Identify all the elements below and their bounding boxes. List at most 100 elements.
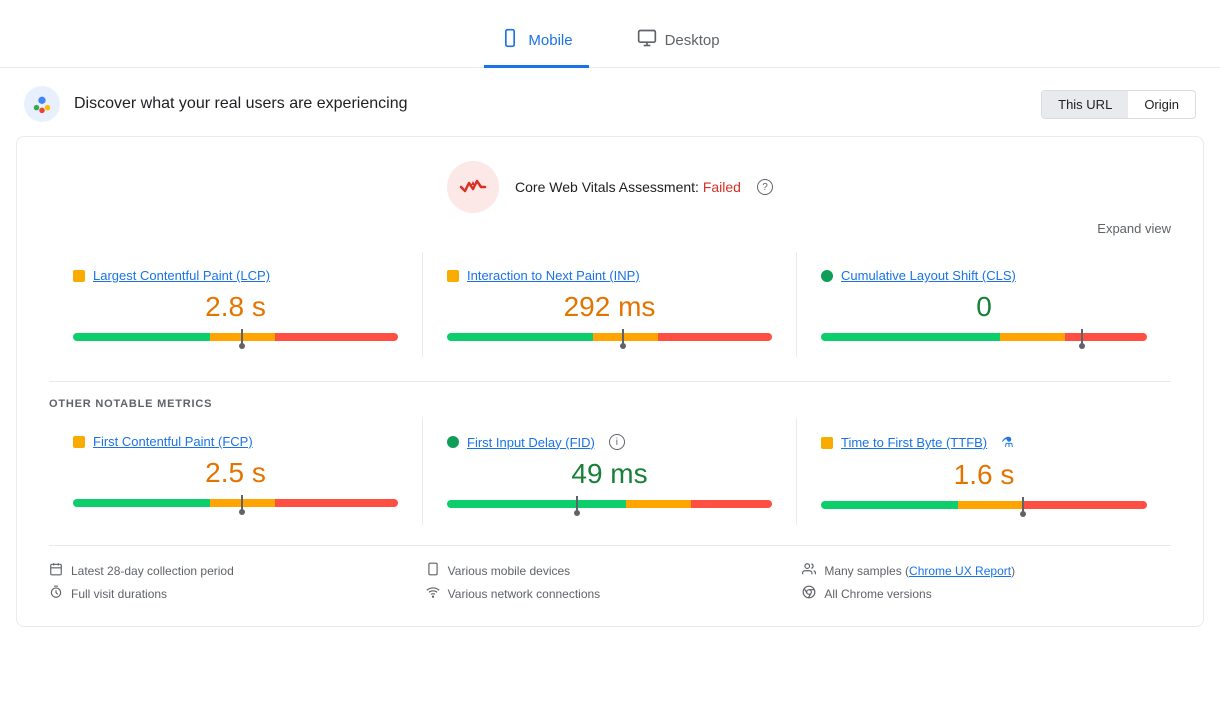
footer-item-network: Various network connections <box>426 585 795 602</box>
metric-cell-fid: First Input Delay (FID) i 49 ms <box>423 418 797 525</box>
metric-name-ttfb[interactable]: Time to First Byte (TTFB) <box>841 435 987 450</box>
other-metrics-grid: First Contentful Paint (FCP) 2.5 s First… <box>49 418 1171 525</box>
metric-label-row-fcp: First Contentful Paint (FCP) <box>73 434 398 449</box>
bar-red-inp <box>658 333 772 341</box>
timer-icon <box>49 585 63 602</box>
bar-marker-ttfb <box>1022 497 1024 513</box>
this-url-button[interactable]: This URL <box>1042 91 1128 118</box>
expand-row: Expand view <box>49 221 1171 236</box>
desktop-icon <box>637 28 657 53</box>
metric-name-inp[interactable]: Interaction to Next Paint (INP) <box>467 268 640 283</box>
mobile-icon <box>500 28 520 53</box>
metric-dot-fcp <box>73 436 85 448</box>
bar-red-lcp <box>275 333 399 341</box>
bar-green-fcp <box>73 499 210 507</box>
bar-green-ttfb <box>821 501 958 509</box>
footer-col-1: Latest 28-day collection period Full vis… <box>49 562 418 602</box>
bar-green-fid <box>447 500 626 508</box>
metric-label-row-inp: Interaction to Next Paint (INP) <box>447 268 772 283</box>
header-row: Discover what your real users are experi… <box>0 68 1220 136</box>
bar-orange-ttfb <box>958 501 1023 509</box>
metric-name-fid[interactable]: First Input Delay (FID) <box>467 435 595 450</box>
chrome-versions-text: All Chrome versions <box>824 587 931 601</box>
footer-item-visit: Full visit durations <box>49 585 418 602</box>
footer-col-3: Many samples (Chrome UX Report) All Chro… <box>802 562 1171 602</box>
metric-bar-cls <box>821 333 1147 341</box>
crux-avatar <box>24 86 60 122</box>
assessment-info-icon[interactable]: ? <box>757 179 773 195</box>
assessment-status: Failed <box>703 179 741 195</box>
metric-bar-ttfb <box>821 501 1147 509</box>
assessment-row: Core Web Vitals Assessment: Failed ? <box>49 161 1171 213</box>
bar-marker-fcp <box>241 495 243 511</box>
tab-mobile[interactable]: Mobile <box>484 16 588 68</box>
header-left: Discover what your real users are experi… <box>24 86 407 122</box>
footer-item-chrome: All Chrome versions <box>802 585 1171 602</box>
metric-bar-fid <box>447 500 772 508</box>
section-divider <box>49 381 1171 382</box>
metric-value-cls: 0 <box>821 291 1147 323</box>
metric-cell-ttfb: Time to First Byte (TTFB)⚗ 1.6 s <box>797 418 1171 525</box>
bar-green-inp <box>447 333 593 341</box>
metric-value-inp: 292 ms <box>447 291 772 323</box>
metric-dot-cls <box>821 270 833 282</box>
bar-green-lcp <box>73 333 210 341</box>
header-title: Discover what your real users are experi… <box>74 95 407 113</box>
metric-name-cls[interactable]: Cumulative Layout Shift (CLS) <box>841 268 1016 283</box>
tab-desktop[interactable]: Desktop <box>621 16 736 68</box>
footer-grid: Latest 28-day collection period Full vis… <box>49 545 1171 602</box>
footer-item-samples: Many samples (Chrome UX Report) <box>802 562 1171 579</box>
url-origin-toggle: This URL Origin <box>1041 90 1196 119</box>
bar-marker-inp <box>622 329 624 345</box>
bar-orange-inp <box>593 333 658 341</box>
metric-name-lcp[interactable]: Largest Contentful Paint (LCP) <box>93 268 270 283</box>
metric-cell-cls: Cumulative Layout Shift (CLS) 0 <box>797 252 1171 357</box>
metric-dot-fid <box>447 436 459 448</box>
network-text: Various network connections <box>448 587 601 601</box>
bar-marker-lcp <box>241 329 243 345</box>
tab-mobile-label: Mobile <box>528 32 572 49</box>
core-metrics-grid: Largest Contentful Paint (LCP) 2.8 s Int… <box>49 252 1171 357</box>
metric-name-fcp[interactable]: First Contentful Paint (FCP) <box>93 434 253 449</box>
calendar-icon <box>49 562 63 579</box>
metric-label-row-fid: First Input Delay (FID) i <box>447 434 772 450</box>
samples-text: Many samples (Chrome UX Report) <box>824 564 1015 578</box>
chrome-icon <box>802 585 816 602</box>
metric-value-ttfb: 1.6 s <box>821 459 1147 491</box>
origin-button[interactable]: Origin <box>1128 91 1195 118</box>
metric-dot-inp <box>447 270 459 282</box>
other-metrics-label: OTHER NOTABLE METRICS <box>49 398 1171 410</box>
metric-dot-lcp <box>73 270 85 282</box>
bar-red-ttfb <box>1023 501 1147 509</box>
metric-label-row-ttfb: Time to First Byte (TTFB)⚗ <box>821 434 1147 451</box>
bar-red-cls <box>1065 333 1147 341</box>
metric-dot-ttfb <box>821 437 833 449</box>
assessment-title: Core Web Vitals Assessment: <box>515 179 699 195</box>
metric-label-row-lcp: Largest Contentful Paint (LCP) <box>73 268 398 283</box>
devices-text: Various mobile devices <box>448 564 571 578</box>
bar-red-fcp <box>275 499 399 507</box>
metric-cell-fcp: First Contentful Paint (FCP) 2.5 s <box>49 418 423 525</box>
metric-label-row-cls: Cumulative Layout Shift (CLS) <box>821 268 1147 283</box>
visit-duration-text: Full visit durations <box>71 587 167 601</box>
footer-col-2: Various mobile devices Various network c… <box>426 562 795 602</box>
tab-desktop-label: Desktop <box>665 32 720 49</box>
bar-marker-cls <box>1081 329 1083 345</box>
bar-orange-cls <box>1000 333 1065 341</box>
bar-orange-fid <box>626 500 691 508</box>
expand-view-link[interactable]: Expand view <box>1097 221 1171 236</box>
fid-info-icon[interactable]: i <box>609 434 625 450</box>
bar-red-fid <box>691 500 772 508</box>
metric-value-fid: 49 ms <box>447 458 772 490</box>
metric-bar-fcp <box>73 499 398 507</box>
metric-value-fcp: 2.5 s <box>73 457 398 489</box>
collection-period-text: Latest 28-day collection period <box>71 564 234 578</box>
crux-report-link[interactable]: Chrome UX Report <box>909 564 1011 578</box>
footer-item-devices: Various mobile devices <box>426 562 795 579</box>
assessment-icon <box>447 161 499 213</box>
metric-value-lcp: 2.8 s <box>73 291 398 323</box>
main-card: Core Web Vitals Assessment: Failed ? Exp… <box>16 136 1204 627</box>
bar-marker-fid <box>576 496 578 512</box>
metric-cell-lcp: Largest Contentful Paint (LCP) 2.8 s <box>49 252 423 357</box>
tab-bar: Mobile Desktop <box>0 0 1220 68</box>
